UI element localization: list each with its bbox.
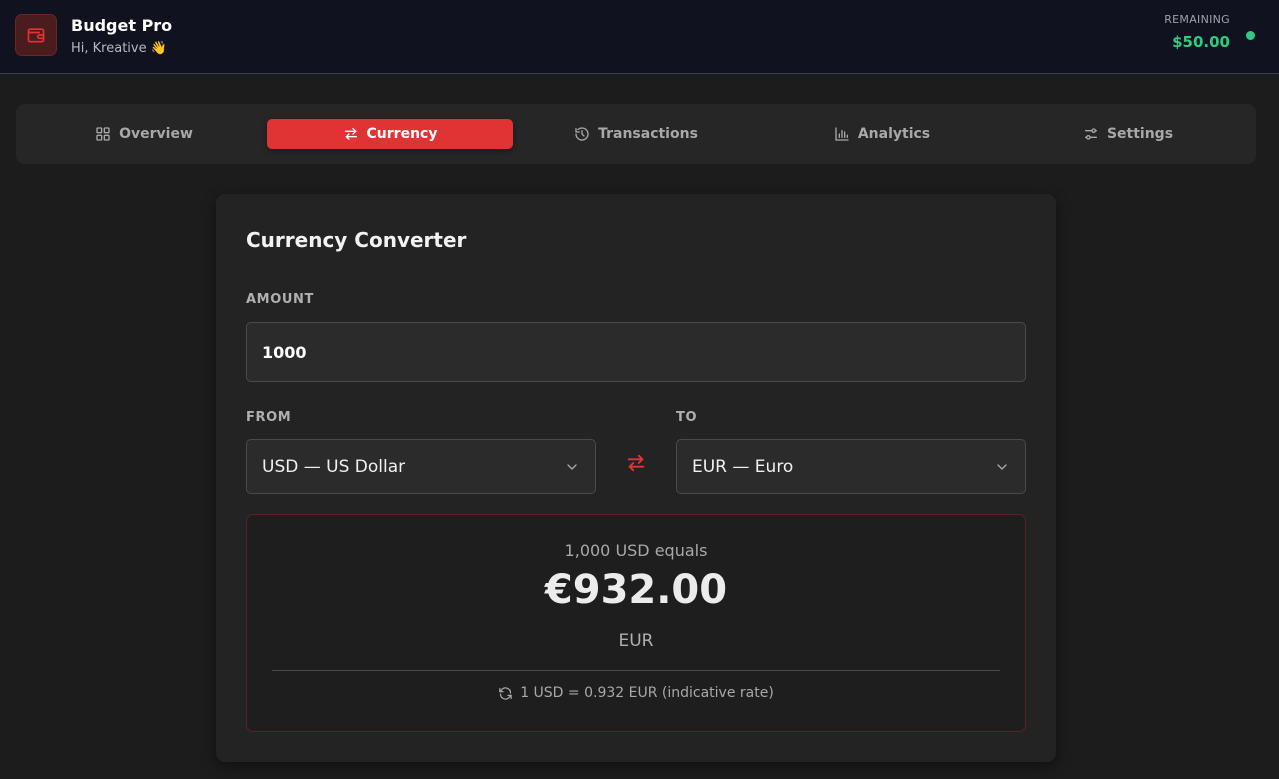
swap-arrows-icon: [344, 127, 357, 140]
from-currency-select[interactable]: USD — US Dollar: [246, 439, 596, 494]
swap-arrows-icon: [627, 454, 645, 472]
tab-overview[interactable]: Overview: [21, 119, 267, 149]
remaining-value: $50.00: [1172, 33, 1230, 51]
conversion-result-box: 1,000 USD equals €932.00 EUR 1 USD = 0.9…: [246, 514, 1026, 732]
wallet-icon: [15, 14, 57, 56]
tab-label: Settings: [1106, 126, 1174, 142]
chevron-down-icon: [997, 463, 1007, 470]
greeting-text: Hi, Kreative 👋: [71, 41, 167, 56]
app-header: Budget Pro Hi, Kreative 👋 REMAINING $50.…: [0, 0, 1279, 74]
exchange-rate-text: 1 USD = 0.932 EUR (indicative rate): [520, 685, 774, 701]
swap-currencies-button[interactable]: [622, 449, 650, 477]
tab-analytics[interactable]: Analytics: [759, 119, 1005, 149]
tab-currency[interactable]: Currency: [267, 119, 513, 149]
to-currency-select[interactable]: EUR — Euro: [676, 439, 1026, 494]
app-title: Budget Pro: [71, 16, 173, 35]
from-label: FROM: [246, 410, 292, 425]
to-label: TO: [676, 410, 698, 425]
card-title: Currency Converter: [246, 228, 467, 252]
amount-input[interactable]: [246, 322, 1026, 382]
history-icon: [575, 127, 589, 141]
result-caption: 1,000 USD equals: [564, 541, 708, 560]
result-unit: EUR: [618, 631, 654, 651]
tab-label: Overview: [119, 126, 193, 142]
chevron-down-icon: [567, 463, 577, 470]
tab-transactions[interactable]: Transactions: [513, 119, 759, 149]
tab-label: Currency: [366, 126, 438, 142]
tab-settings[interactable]: Settings: [1005, 119, 1251, 149]
currency-converter-card: Currency Converter AMOUNT FROM USD — US …: [216, 194, 1056, 762]
amount-label: AMOUNT: [246, 292, 314, 307]
status-dot: [1246, 31, 1255, 40]
tab-label: Analytics: [857, 126, 931, 142]
grid-icon: [96, 127, 110, 141]
bar-chart-icon: [835, 127, 849, 141]
exchange-rate-line: 1 USD = 0.932 EUR (indicative rate): [247, 685, 1025, 701]
sliders-icon: [1084, 128, 1097, 140]
result-value: €932.00: [544, 567, 728, 613]
tab-bar: Overview Currency Transactions Analytics…: [16, 104, 1256, 164]
from-currency-value: USD — US Dollar: [262, 456, 406, 477]
divider: [272, 670, 1000, 671]
to-currency-value: EUR — Euro: [692, 456, 794, 477]
remaining-label: REMAINING: [1164, 13, 1230, 26]
tab-label: Transactions: [598, 126, 698, 142]
refresh-icon: [499, 686, 512, 700]
